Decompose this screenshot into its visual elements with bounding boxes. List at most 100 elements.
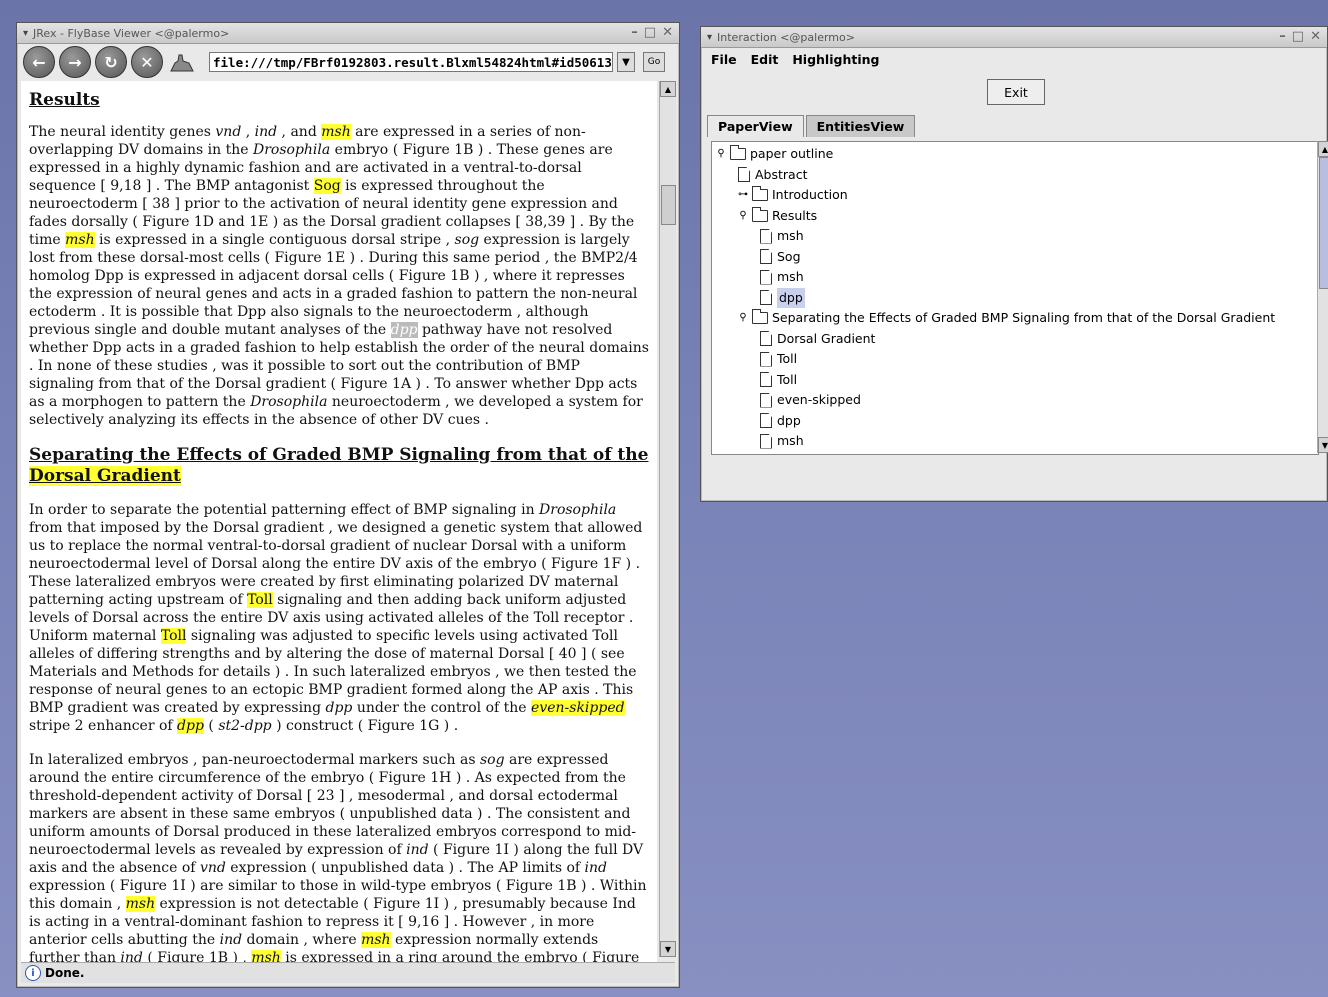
close-icon[interactable]: ✕ — [1310, 29, 1321, 44]
chevron-down-icon: ▼ — [622, 56, 630, 68]
highlighted-entity[interactable]: dpp — [177, 718, 204, 734]
home-icon — [170, 54, 194, 72]
tree-node[interactable]: Toll — [760, 370, 797, 390]
window-menu-icon[interactable]: ▾ — [23, 28, 28, 39]
folder-icon — [730, 145, 746, 160]
scroll-thumb[interactable] — [661, 185, 676, 225]
tree-node[interactable]: Abstract — [738, 165, 807, 185]
highlighted-entity[interactable]: msh — [125, 896, 156, 912]
tree-node-label: Separating the Effects of Graded BMP Sig… — [772, 310, 1276, 325]
text-run: ) construct ( Figure 1G ) . — [271, 718, 459, 734]
maximize-icon[interactable]: □ — [644, 25, 656, 40]
tree-node[interactable]: Toll — [760, 349, 797, 369]
text-run: vnd — [215, 124, 242, 140]
highlighted-entity[interactable]: msh — [321, 124, 351, 140]
section-paragraph-2: In lateralized embryos , pan-neuroectode… — [29, 751, 649, 979]
tab-entitiesview[interactable]: EntitiesView — [805, 115, 916, 137]
forward-button[interactable]: → — [59, 46, 91, 78]
minimize-icon[interactable]: – — [1279, 29, 1286, 44]
text-run: domain , where — [242, 932, 362, 948]
minimize-icon[interactable]: – — [631, 25, 638, 40]
interaction-titlebar[interactable]: ▾ Interaction <@palermo> – □ ✕ — [701, 27, 1327, 48]
document-icon — [760, 249, 772, 264]
go-button[interactable]: Go — [643, 52, 665, 72]
home-button[interactable] — [167, 47, 197, 77]
highlighted-entity[interactable]: Sog — [313, 178, 341, 194]
tree-toggle-icon[interactable]: ⚲ — [738, 308, 748, 328]
exit-button[interactable]: Exit — [987, 79, 1045, 105]
text-run: Drosophila — [250, 394, 328, 410]
tree-node[interactable]: msh — [760, 226, 804, 246]
highlighted-entity[interactable]: even-skipped — [531, 700, 625, 716]
url-input[interactable]: file:///tmp/FBrf0192803.result.Blxml5482… — [209, 52, 613, 72]
text-run: sog — [479, 752, 505, 768]
window-menu-icon[interactable]: ▾ — [707, 32, 712, 43]
menu-bar: File Edit Highlighting — [701, 48, 1327, 70]
folder-icon — [752, 309, 768, 324]
text-run: st2-dpp — [218, 718, 272, 734]
reload-button[interactable]: ↻ — [95, 46, 127, 78]
text-run: ind — [584, 860, 608, 876]
scroll-down-button[interactable]: ▼ — [1318, 437, 1328, 453]
tree-node[interactable]: dpp — [760, 287, 805, 308]
tree-node[interactable]: dpp — [760, 411, 801, 431]
highlighted-entity[interactable]: Toll — [160, 628, 187, 644]
close-icon[interactable]: ✕ — [662, 25, 673, 40]
scroll-thumb[interactable] — [1319, 157, 1328, 289]
article-scrollbar[interactable]: ▲ ▼ — [659, 81, 676, 957]
tree-node[interactable]: ⚲ Results — [738, 206, 817, 226]
scroll-up-button[interactable]: ▲ — [660, 81, 676, 97]
text-run: ind — [406, 842, 429, 858]
document-icon — [760, 228, 772, 244]
selected-entity[interactable]: dpp — [390, 322, 418, 338]
text-run: ind — [219, 932, 243, 948]
browser-titlebar[interactable]: ▾ JRex - FlyBase Viewer <@palermo> – □ ✕ — [17, 23, 679, 44]
maximize-icon[interactable]: □ — [1292, 29, 1304, 44]
document-icon — [760, 269, 772, 285]
stop-button[interactable]: ✕ — [131, 46, 163, 78]
document-icon — [760, 372, 772, 387]
back-arrow-icon: ← — [32, 52, 46, 72]
document-icon — [760, 392, 772, 408]
tree-node[interactable]: msh — [760, 431, 804, 451]
tree-node-label: Dorsal Gradient — [777, 330, 876, 346]
highlighted-entity[interactable]: msh — [65, 232, 95, 248]
section-heading: Separating the Effects of Graded BMP Sig… — [29, 445, 649, 487]
scroll-up-button[interactable]: ▲ — [1318, 141, 1328, 157]
document-icon — [760, 351, 772, 367]
tree-node[interactable]: ⚲ Separating the Effects of Graded BMP Si… — [738, 308, 1275, 328]
text-run: vnd — [199, 860, 226, 876]
tree-node[interactable]: Dorsal Gradient — [760, 329, 875, 349]
tree-node-label: dpp — [777, 287, 805, 308]
tree-node[interactable]: even-skipped — [760, 390, 861, 410]
stop-icon: ✕ — [140, 52, 154, 72]
scroll-down-button[interactable]: ▼ — [660, 941, 676, 957]
document-icon — [760, 433, 772, 449]
text-run: The neural identity genes — [29, 124, 216, 140]
document-icon — [760, 331, 772, 346]
tree-node[interactable]: ⚲ paper outline — [716, 144, 833, 164]
highlighted-entity[interactable]: msh — [361, 932, 391, 948]
tree-node[interactable]: Sog — [760, 247, 801, 267]
tree-toggle-icon[interactable]: ⚲ — [716, 144, 726, 164]
tree-node[interactable]: ⊶ Introduction — [738, 185, 848, 205]
highlighted-entity[interactable]: Toll — [247, 592, 273, 608]
tree-node[interactable]: msh — [760, 267, 804, 287]
tree-scrollbar[interactable]: ▲ ▼ — [1317, 141, 1328, 453]
back-button[interactable]: ← — [23, 46, 55, 78]
tree-node-label: paper outline — [750, 146, 834, 161]
tree-node-label: msh — [777, 269, 804, 284]
url-history-dropdown[interactable]: ▼ — [617, 52, 635, 72]
text-run: In lateralized embryos , pan-neuroectode… — [29, 752, 480, 768]
dorsal-gradient-highlight[interactable]: Dorsal Gradient — [29, 466, 181, 486]
text-run: under the control of the — [352, 700, 532, 716]
text-run: expression ( unpublished data ) . The AP… — [225, 860, 585, 876]
tree-toggle-icon[interactable]: ⚲ — [738, 206, 748, 226]
tab-paperview[interactable]: PaperView — [707, 115, 804, 137]
status-bar: i Done. — [21, 962, 675, 983]
menu-highlighting[interactable]: Highlighting — [792, 52, 879, 67]
menu-edit[interactable]: Edit — [751, 52, 779, 67]
tree-toggle-icon[interactable]: ⊶ — [738, 185, 748, 205]
menu-file[interactable]: File — [711, 52, 737, 67]
tree-node-label: Sog — [777, 248, 801, 264]
